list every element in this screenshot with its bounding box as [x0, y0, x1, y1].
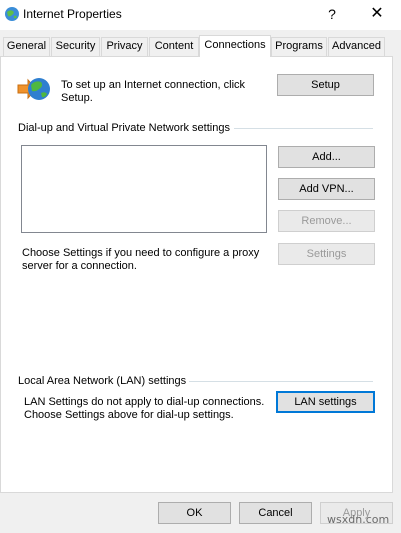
connections-panel: To set up an Internet connection, click …	[0, 56, 393, 493]
lan-text-line2: Choose Settings above for dial-up settin…	[24, 409, 234, 421]
remove-button[interactable]: Remove...	[278, 210, 375, 232]
proxy-description: Choose Settings if you need to configure…	[22, 247, 259, 273]
ok-button[interactable]: OK	[158, 502, 231, 524]
connections-listbox[interactable]	[21, 145, 267, 233]
window-title: Internet Properties	[23, 7, 122, 21]
tab-advanced[interactable]: Advanced	[328, 37, 385, 56]
setup-button[interactable]: Setup	[277, 74, 374, 96]
tab-content[interactable]: Content	[149, 37, 199, 56]
tab-strip: General Security Privacy Content Connect…	[0, 35, 401, 57]
dialup-separator	[234, 128, 373, 129]
setup-text-line2: Setup.	[61, 92, 93, 104]
proxy-text-line2: server for a connection.	[22, 260, 137, 272]
setup-text-line1: To set up an Internet connection, click	[61, 79, 246, 91]
tab-general[interactable]: General	[3, 37, 50, 56]
watermark: wsxdn.com	[327, 513, 390, 526]
cancel-button[interactable]: Cancel	[239, 502, 312, 524]
tab-security[interactable]: Security	[51, 37, 100, 56]
add-vpn-button[interactable]: Add VPN...	[278, 178, 375, 200]
internet-globe-icon	[5, 7, 19, 21]
dialup-section-label: Dial-up and Virtual Private Network sett…	[18, 122, 230, 134]
help-button[interactable]: ?	[322, 4, 342, 24]
lan-separator	[189, 381, 373, 382]
lan-settings-button[interactable]: LAN settings	[276, 391, 375, 413]
lan-section-label: Local Area Network (LAN) settings	[18, 375, 187, 387]
proxy-text-line1: Choose Settings if you need to configure…	[22, 247, 260, 259]
tab-programs[interactable]: Programs	[271, 37, 327, 56]
tab-connections[interactable]: Connections	[199, 35, 271, 57]
settings-button[interactable]: Settings	[278, 243, 375, 265]
setup-description: To set up an Internet connection, click …	[61, 79, 245, 105]
lan-text-line1: LAN Settings do not apply to dial-up con…	[24, 396, 265, 408]
connection-wizard-icon	[17, 78, 50, 100]
lan-description: LAN Settings do not apply to dial-up con…	[24, 396, 264, 422]
close-button[interactable]: ✕	[367, 4, 387, 24]
tab-privacy[interactable]: Privacy	[101, 37, 148, 56]
add-button[interactable]: Add...	[278, 146, 375, 168]
title-bar: Internet Properties ? ✕	[0, 0, 401, 30]
